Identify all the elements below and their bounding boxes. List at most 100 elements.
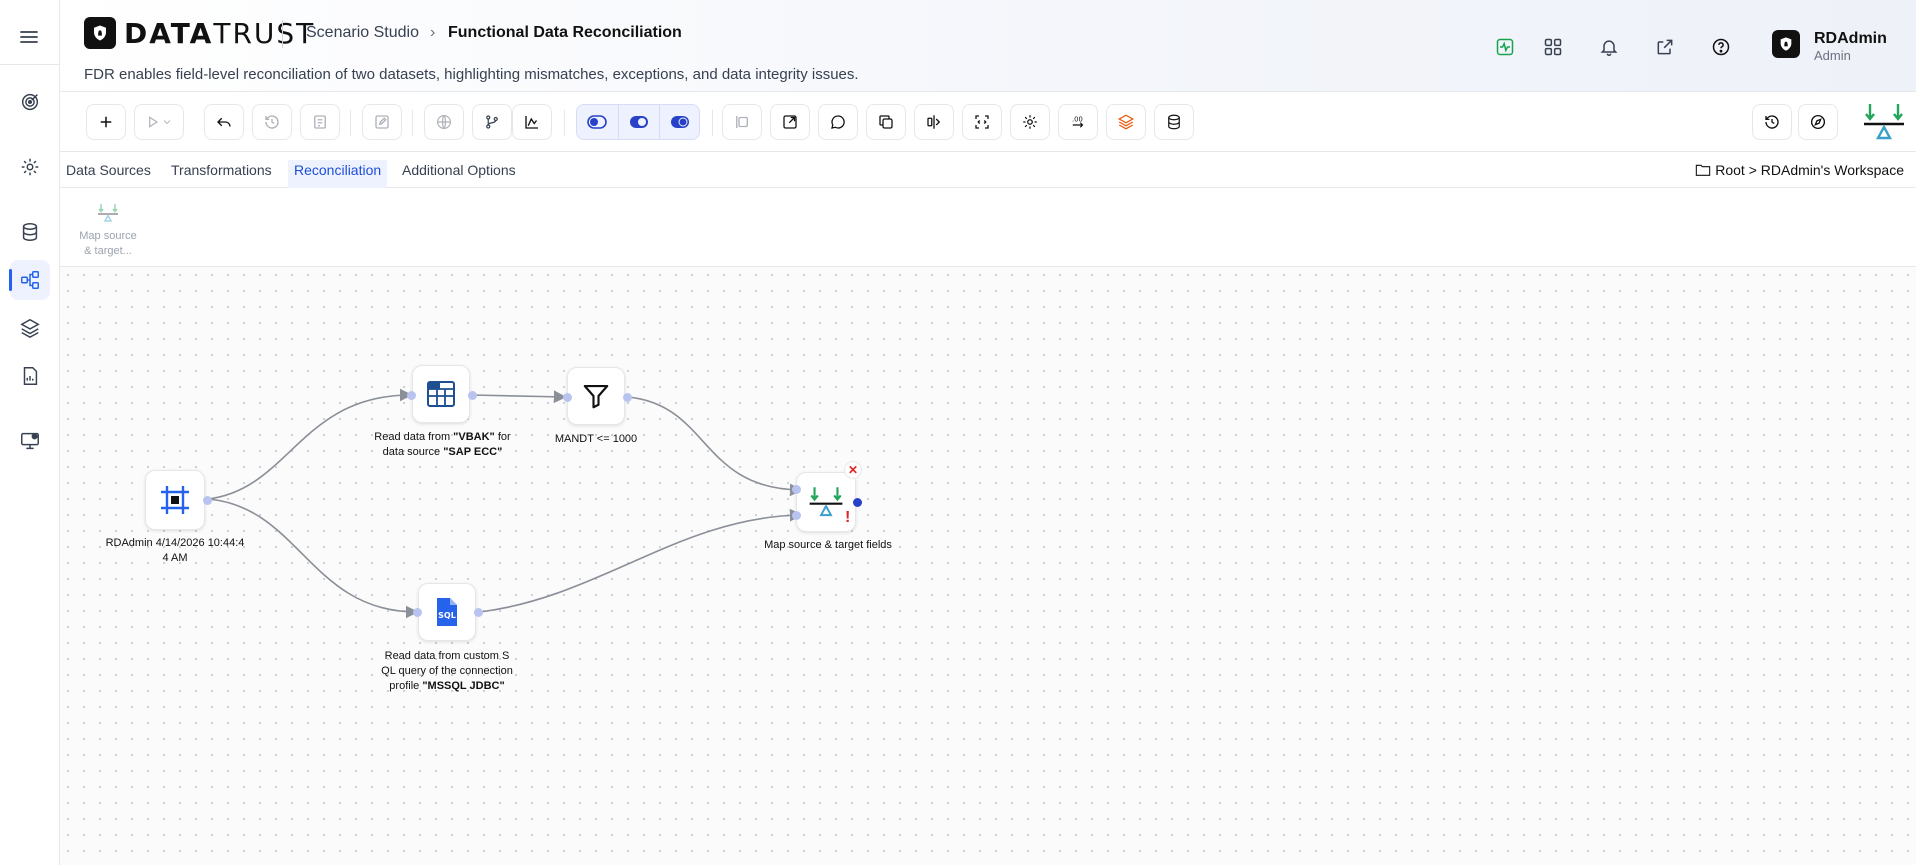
output-port[interactable] [853,498,862,507]
apps-grid-icon[interactable] [1540,34,1566,60]
node-read-sap[interactable] [412,365,470,423]
page-description: FDR enables field-level reconciliation o… [84,66,859,83]
input-port[interactable] [413,608,422,617]
frame-start-icon [161,486,189,514]
breadcrumb-scenario-studio[interactable]: Scenario Studio [306,24,419,42]
monitor-settings-icon[interactable] [10,421,50,461]
edit-button[interactable] [362,104,402,140]
database-button[interactable] [1154,104,1194,140]
decimal-format-button[interactable]: .00 [1058,104,1098,140]
input-port[interactable] [792,485,801,494]
warning-icon: ! [845,509,851,526]
comment-button[interactable] [818,104,858,140]
workflow-icon[interactable] [9,260,50,300]
page-title: Functional Data Reconciliation [448,24,682,41]
svg-text:SQL: SQL [438,611,456,620]
delete-node-icon[interactable]: ✕ [844,461,862,479]
toolbar-divider [350,110,351,136]
workspace-path: Root > RDAdmin's Workspace [1715,162,1904,178]
database-icon[interactable] [10,212,50,252]
node-start-label: RDAdmin 4/14/2026 10:44:4 4 AM [105,537,245,564]
node-start[interactable] [145,470,205,530]
history-button[interactable] [252,104,292,140]
breadcrumb-chevron-icon: › [430,24,436,41]
flow-canvas[interactable]: RDAdmin 4/14/2026 10:44:4 4 AM Read data … [60,267,1916,865]
brand-wordmark: DATATRUST [124,17,316,50]
join-type-segmented-control [576,104,700,140]
scan-button[interactable] [962,104,1002,140]
gear-icon[interactable] [10,147,50,187]
flow-edges [207,388,803,619]
node-map-source-target[interactable]: ! [796,472,856,532]
target-icon[interactable] [10,82,50,122]
copy-button[interactable] [866,104,906,140]
tab-transformations[interactable]: Transformations [165,160,278,188]
activity-icon[interactable] [1492,34,1518,60]
palette-item-label: & target... [84,245,132,257]
user-role: Admin [1814,48,1851,63]
layers-icon[interactable] [10,308,50,348]
external-link-icon[interactable] [1652,34,1678,60]
folder-icon [1696,164,1711,176]
sap-table-icon [427,381,455,407]
toolbar-divider [412,110,413,136]
edge-sap-to-filter [471,390,567,404]
node-read-sap-label: Read data from "VBAK" for data source "S… [374,431,511,458]
collapse-panel-button[interactable] [722,104,762,140]
version-history-button[interactable] [1752,104,1792,140]
help-icon[interactable] [1708,34,1734,60]
edge-sql-to-map [479,508,803,613]
left-join-toggle-icon[interactable] [577,105,617,139]
chart-button[interactable] [512,104,552,140]
node-filter-label: MANDT <= 1000 [554,433,638,445]
clipboard-button[interactable] [300,104,340,140]
compass-button[interactable] [1798,104,1838,140]
output-port[interactable] [474,608,483,617]
edge-filter-to-map [627,396,803,497]
component-palette: Map source & target... [60,188,1916,267]
toolbar: .00 [60,92,1916,152]
svg-text:.00: .00 [1072,115,1083,123]
sql-file-icon: SQL [437,598,457,626]
output-port[interactable] [623,393,632,402]
tab-data-sources[interactable]: Data Sources [60,160,157,188]
reconciliation-scale-icon[interactable] [1860,100,1908,144]
reconciliation-scale-icon [98,204,118,222]
node-filter[interactable] [567,367,625,425]
reconciliation-scale-icon [809,487,843,517]
tab-reconciliation[interactable]: Reconciliation [288,160,388,190]
left-rail [0,0,60,865]
output-port[interactable] [203,496,212,505]
brand-logo-icon[interactable] [84,17,116,49]
input-port[interactable] [407,391,416,400]
run-button[interactable] [134,104,184,140]
globe-button[interactable] [424,104,464,140]
branch-button[interactable] [472,104,512,140]
node-map-label: Map source & target fields [764,539,892,551]
node-read-sql[interactable]: SQL [418,583,476,641]
right-join-toggle-icon[interactable] [659,105,699,139]
undo-button[interactable] [204,104,244,140]
avatar[interactable] [1772,30,1800,58]
output-port[interactable] [468,391,477,400]
palette-item-map-source-target[interactable]: Map source & target... [68,202,148,259]
add-button[interactable] [86,104,126,140]
export-button[interactable] [770,104,810,140]
bell-icon[interactable] [1596,34,1622,60]
palette-item-label: Map source [79,230,137,242]
workspace-breadcrumb[interactable]: Root > RDAdmin's Workspace [1695,162,1904,178]
inner-join-toggle-icon[interactable] [618,105,658,139]
app-header: DATATRUST Scenario Studio › Functional D… [60,0,1916,92]
input-port[interactable] [792,511,801,520]
tab-additional-options[interactable]: Additional Options [396,160,522,188]
filter-icon [583,384,609,409]
stack-layers-button[interactable] [1106,104,1146,140]
report-icon[interactable] [10,356,50,396]
user-name[interactable]: RDAdmin [1814,30,1887,48]
header-divider [282,20,283,48]
align-button[interactable] [914,104,954,140]
input-port[interactable] [563,393,572,402]
tab-bar: Data Sources Transformations Reconciliat… [60,152,1916,190]
settings-button[interactable] [1010,104,1050,140]
menu-icon[interactable] [17,25,41,49]
